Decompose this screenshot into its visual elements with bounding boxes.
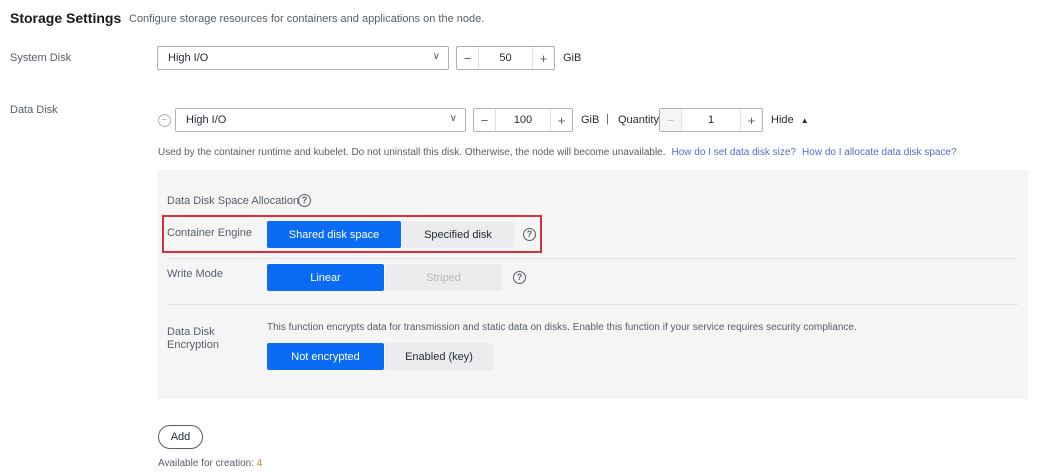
not-encrypted-option[interactable]: Not encrypted [267, 343, 384, 370]
data-disk-type-select[interactable]: High I/O ∨ [175, 108, 466, 132]
divider [167, 304, 1019, 305]
data-disk-size-stepper[interactable]: − 100 + [473, 108, 573, 132]
decrease-button[interactable]: − [660, 109, 682, 131]
chevron-down-icon: ∨ [449, 113, 457, 124]
section-title: Storage Settings [10, 10, 122, 26]
write-mode-label: Write Mode [167, 268, 224, 280]
system-disk-unit: GiB [563, 52, 582, 64]
separator: | [606, 113, 609, 125]
data-disk-allocate-link[interactable]: How do I allocate data disk space? [802, 147, 957, 158]
enabled-key-option[interactable]: Enabled (key) [385, 343, 493, 370]
data-disk-type-value: High I/O [186, 114, 227, 126]
divider [167, 258, 1019, 259]
quantity-stepper[interactable]: − 1 + [659, 108, 763, 132]
system-disk-type-select[interactable]: High I/O ∨ [157, 46, 449, 70]
encryption-description: This function encrypts data for transmis… [267, 322, 857, 333]
quantity-label: Quantity [618, 114, 659, 126]
hide-toggle[interactable]: Hide ▲ [771, 114, 809, 126]
section-description: Configure storage resources for containe… [129, 13, 485, 25]
increase-button[interactable]: + [740, 109, 762, 131]
allocation-title: Data Disk Space Allocation [167, 195, 300, 207]
minus-circle-icon[interactable]: − [158, 114, 171, 127]
question-circle-icon[interactable]: ? [298, 194, 311, 207]
system-disk-size-value[interactable]: 50 [479, 47, 532, 69]
available-for-creation: Available for creation: 4 [158, 458, 262, 469]
data-disk-size-link[interactable]: How do I set data disk size? [672, 147, 797, 158]
increase-button[interactable]: + [532, 47, 554, 69]
decrease-button[interactable]: − [474, 109, 496, 131]
linear-option[interactable]: Linear [267, 264, 384, 291]
add-data-disk-button[interactable]: Add [158, 425, 203, 449]
caret-up-icon: ▲ [800, 116, 809, 125]
data-disk-label: Data Disk [10, 104, 58, 116]
data-disk-unit: GiB [581, 114, 600, 126]
data-disk-encryption-label: Data Disk Encryption [167, 326, 219, 352]
encryption-label-line1: Data Disk [167, 326, 215, 338]
encryption-label-line2: Encryption [167, 339, 219, 351]
question-circle-icon[interactable]: ? [513, 271, 526, 284]
increase-button[interactable]: + [550, 109, 572, 131]
data-disk-hint: Used by the container runtime and kubele… [158, 147, 957, 158]
hint-text: Used by the container runtime and kubele… [158, 147, 666, 158]
decrease-button[interactable]: − [457, 47, 479, 69]
available-label: Available for creation: [158, 458, 254, 469]
data-disk-size-value[interactable]: 100 [496, 109, 550, 131]
chevron-down-icon: ∨ [432, 51, 440, 62]
hide-label: Hide [771, 114, 794, 126]
available-count: 4 [256, 458, 263, 469]
highlight-box [162, 215, 542, 253]
system-disk-type-value: High I/O [168, 52, 209, 64]
system-disk-label: System Disk [10, 52, 72, 64]
striped-option[interactable]: Striped [385, 264, 502, 291]
quantity-value[interactable]: 1 [682, 109, 740, 131]
system-disk-size-stepper[interactable]: − 50 + [456, 46, 555, 70]
